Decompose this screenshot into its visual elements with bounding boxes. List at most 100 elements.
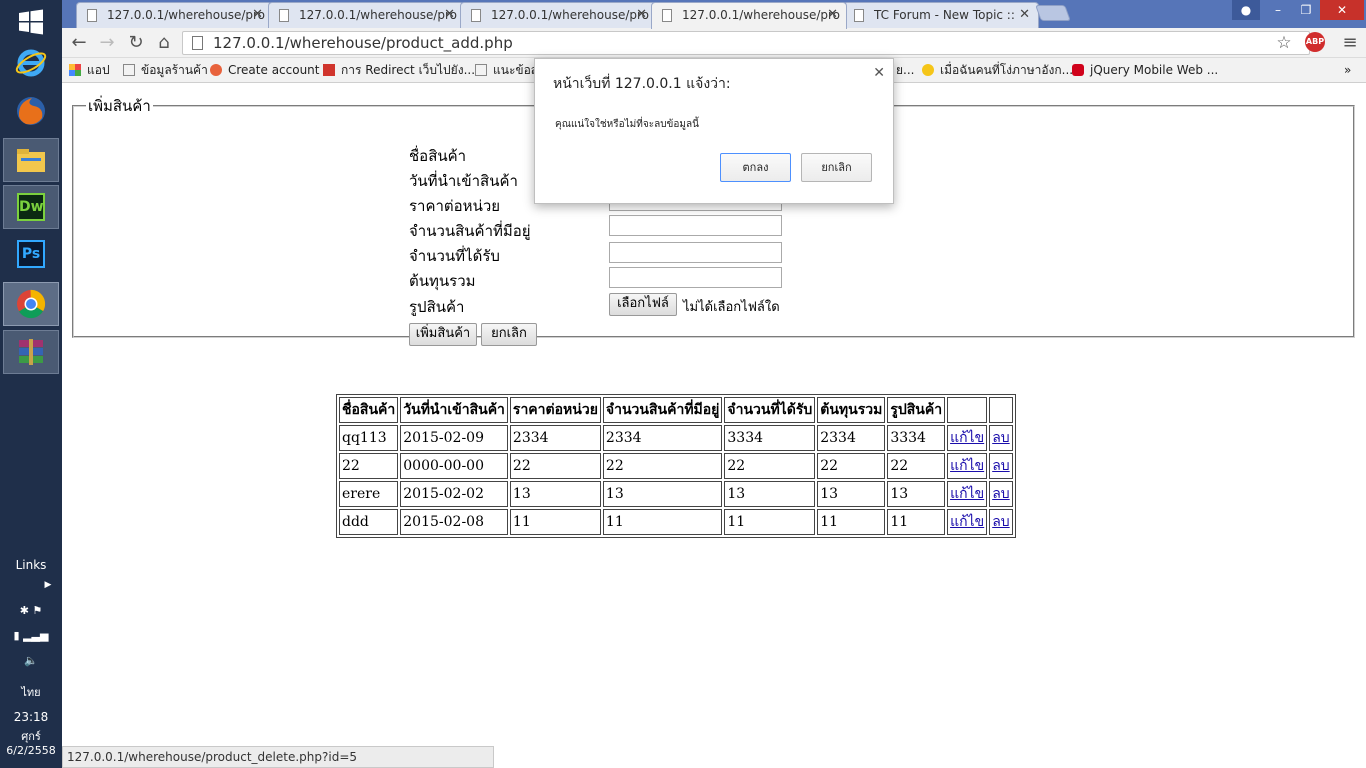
minimize-button[interactable]: – — [1264, 0, 1292, 20]
tab-title: 127.0.0.1/wherehouse/pro — [682, 8, 841, 22]
delete-link[interactable]: ลบ — [992, 514, 1009, 530]
add-product-button[interactable]: เพิ่มสินค้า — [409, 323, 477, 346]
forward-arrow-icon[interactable]: → — [95, 32, 119, 54]
col-header: ราคาต่อหน่วย — [509, 397, 601, 423]
browser-tab[interactable]: TC Forum - New Topic :: ✕ — [843, 2, 1039, 28]
back-arrow-icon[interactable]: ← — [67, 32, 91, 54]
cell-name: erere — [339, 481, 399, 507]
cell-received: 3334 — [724, 425, 816, 451]
browser-tab[interactable]: 127.0.0.1/wherehouse/pro ✕ — [76, 2, 272, 28]
close-tab-icon[interactable]: ✕ — [636, 3, 647, 27]
bookmark-item[interactable]: jQuery Mobile Web ... — [1072, 62, 1218, 78]
cell-price: 22 — [509, 453, 601, 479]
browser-tab-strip: 127.0.0.1/wherehouse/pro ✕ 127.0.0.1/whe… — [62, 0, 1366, 29]
no-file-text: ไม่ได้เลือกไฟล์ใด — [683, 300, 780, 315]
cancel-button[interactable]: ยกเลิก — [481, 323, 537, 346]
label-unit-price: ราคาต่อหน่วย — [409, 197, 501, 215]
cell-name: 22 — [339, 453, 399, 479]
volume-icon[interactable]: 🔈 — [0, 654, 62, 667]
cell-date: 2015-02-08 — [400, 509, 508, 535]
language-indicator[interactable]: ไทย — [0, 683, 62, 701]
windows-taskbar: Dw Ps Links ▶ ✱ ⚑ ▮ ▂▃▅ 🔈 ไทย 23:18 ศุกร… — [0, 0, 62, 768]
close-tab-icon[interactable]: ✕ — [827, 3, 838, 27]
close-tab-icon[interactable]: ✕ — [444, 3, 455, 27]
reload-icon[interactable]: ↻ — [124, 32, 148, 54]
delete-link[interactable]: ลบ — [992, 430, 1009, 446]
total-cost-input[interactable] — [609, 267, 782, 288]
links-label[interactable]: Links — [0, 558, 62, 572]
cell-stock: 11 — [602, 509, 723, 535]
cell-cost: 22 — [817, 453, 886, 479]
firefox-icon[interactable] — [3, 89, 59, 133]
bookmarks-overflow-icon[interactable]: » — [1344, 62, 1351, 78]
browser-tab[interactable]: 127.0.0.1/wherehouse/pro ✕ — [460, 2, 656, 28]
g-icon — [323, 64, 335, 76]
page-icon — [854, 9, 864, 22]
status-bar: 127.0.0.1/wherehouse/product_delete.php?… — [62, 746, 494, 768]
expand-arrow-icon[interactable]: ▶ — [40, 580, 56, 590]
col-header: ต้นทุนรวม — [817, 397, 886, 423]
smiley-icon — [922, 64, 934, 76]
close-icon[interactable]: ✕ — [873, 65, 885, 81]
col-header: จำนวนที่ได้รับ — [724, 397, 816, 423]
page-icon — [192, 36, 203, 50]
bookmark-item[interactable]: ย... — [896, 62, 914, 78]
dreamweaver-icon[interactable]: Dw — [3, 185, 59, 229]
menu-icon[interactable]: ≡ — [1338, 32, 1362, 54]
clock-time[interactable]: 23:18 — [0, 710, 62, 724]
delete-link[interactable]: ลบ — [992, 458, 1009, 474]
tray-icons-row2[interactable]: ▮ ▂▃▅ — [0, 629, 62, 642]
bookmark-item[interactable]: Create account — [210, 62, 320, 78]
label-total-cost: ต้นทุนรวม — [409, 272, 476, 290]
tray-icons-row1[interactable]: ✱ ⚑ — [0, 604, 62, 617]
cell-cost: 2334 — [817, 425, 886, 451]
home-icon[interactable]: ⌂ — [152, 32, 176, 54]
ok-button[interactable]: ตกลง — [720, 153, 791, 182]
stock-qty-input[interactable] — [609, 215, 782, 236]
windows-start-icon[interactable] — [3, 0, 59, 44]
cell-cost: 11 — [817, 509, 886, 535]
restore-button[interactable]: ❐ — [1292, 0, 1320, 20]
bookmark-apps[interactable]: แอป — [69, 62, 110, 78]
choose-file-button[interactable]: เลือกไฟล์ — [609, 293, 677, 316]
edit-link[interactable]: แก้ไข — [950, 430, 984, 446]
close-window-button[interactable]: ✕ — [1320, 0, 1364, 20]
file-explorer-icon[interactable] — [3, 138, 59, 182]
new-tab-button[interactable] — [1035, 5, 1071, 21]
create-account-icon — [210, 64, 222, 76]
dialog-message: คุณแน่ใจใช่หรือไม่ที่จะลบข้อมูลนี้ — [555, 119, 699, 130]
cell-stock: 13 — [602, 481, 723, 507]
address-bar[interactable]: 127.0.0.1/wherehouse/product_add.php — [182, 31, 1310, 55]
cell-image: 13 — [887, 481, 946, 507]
internet-explorer-icon[interactable] — [3, 41, 59, 85]
browser-tab-active[interactable]: 127.0.0.1/wherehouse/pro ✕ — [651, 2, 847, 29]
close-tab-icon[interactable]: ✕ — [252, 3, 263, 27]
label-product-image: รูปสินค้า — [409, 298, 465, 316]
cell-image: 3334 — [887, 425, 946, 451]
bookmark-item[interactable]: ข้อมูลร้านค้า — [123, 62, 208, 78]
winrar-icon[interactable] — [3, 330, 59, 374]
edit-link[interactable]: แก้ไข — [950, 514, 984, 530]
dialog-cancel-button[interactable]: ยกเลิก — [801, 153, 872, 182]
chrome-icon[interactable] — [3, 282, 59, 326]
cell-date: 2015-02-02 — [400, 481, 508, 507]
cell-date: 2015-02-09 — [400, 425, 508, 451]
label-received-qty: จำนวนที่ได้รับ — [409, 247, 500, 265]
edit-link[interactable]: แก้ไข — [950, 458, 984, 474]
page-icon — [87, 9, 97, 22]
adblock-icon[interactable]: ABP — [1305, 32, 1329, 54]
edit-link[interactable]: แก้ไข — [950, 486, 984, 502]
close-tab-icon[interactable]: ✕ — [1019, 3, 1030, 27]
bookmark-star-icon[interactable]: ☆ — [1272, 32, 1296, 54]
page-icon — [475, 64, 487, 76]
user-profile-icon[interactable]: ● — [1232, 0, 1260, 20]
received-qty-input[interactable] — [609, 242, 782, 263]
bookmark-item[interactable]: การ Redirect เว็บไปยัง... — [323, 62, 475, 78]
table-row: ddd 2015-02-08 11 11 11 11 11 แก้ไข ลบ — [339, 509, 1013, 535]
photoshop-icon[interactable]: Ps — [3, 232, 59, 276]
cell-image: 11 — [887, 509, 946, 535]
bookmark-item[interactable]: เมื่อฉันคนที่โง่ภาษาอังก... — [922, 62, 1073, 78]
delete-link[interactable]: ลบ — [992, 486, 1009, 502]
page-icon — [471, 9, 481, 22]
browser-tab[interactable]: 127.0.0.1/wherehouse/pro ✕ — [268, 2, 464, 28]
